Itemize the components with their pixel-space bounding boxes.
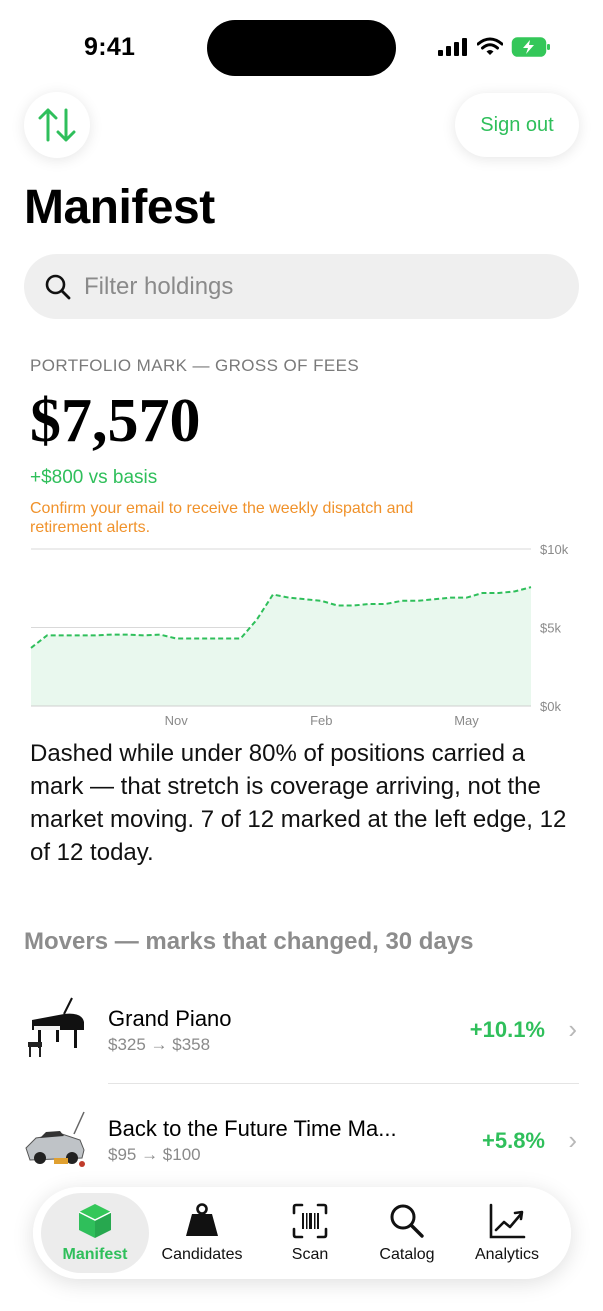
- dynamic-island: [207, 20, 396, 76]
- tab-scan[interactable]: Scan: [269, 1193, 351, 1273]
- tab-label: Scan: [291, 1246, 329, 1263]
- x-tick-label: May: [454, 713, 479, 728]
- search-input[interactable]: Filter holdings: [24, 254, 579, 319]
- tab-label: Catalog: [379, 1246, 435, 1263]
- piano-thumbnail: [28, 997, 84, 1057]
- swap-arrows-icon: [38, 108, 76, 142]
- page-title: Manifest: [24, 181, 215, 234]
- tab-catalog[interactable]: Catalog: [363, 1193, 451, 1273]
- item-price-range: $325 → $358: [108, 1035, 211, 1054]
- weight-icon: [186, 1203, 218, 1236]
- cellular-signal-icon: [438, 38, 467, 56]
- y-tick-label: $0k: [540, 699, 561, 714]
- status-icons: [437, 36, 551, 58]
- portfolio-delta: +$800 vs basis: [30, 467, 158, 488]
- tab-candidates[interactable]: Candidates: [153, 1193, 251, 1273]
- magnifier-icon: [390, 1204, 424, 1238]
- sort-toggle-button[interactable]: [24, 92, 90, 158]
- car-thumbnail: [25, 1111, 85, 1167]
- item-name: Grand Piano: [108, 1006, 232, 1031]
- chart-caption: Dashed while under 80% of positions carr…: [30, 740, 567, 866]
- barcode-scan-icon: [292, 1203, 328, 1239]
- chart-area-fill: [31, 587, 531, 706]
- search-placeholder: Filter holdings: [84, 272, 234, 300]
- portfolio-value: $7,570: [30, 387, 201, 455]
- trend-chart-icon: [489, 1203, 526, 1239]
- item-change: +10.1%: [469, 1017, 545, 1042]
- wifi-icon: [477, 37, 503, 55]
- tab-label: Analytics: [474, 1246, 540, 1263]
- email-confirm-notice[interactable]: Confirm your email to receive the weekly…: [30, 499, 480, 537]
- y-tick-label: $10k: [540, 542, 569, 557]
- tab-label: Candidates: [161, 1246, 243, 1263]
- status-time: 9:41: [84, 33, 136, 61]
- x-tick-label: Nov: [165, 713, 189, 728]
- movers-heading: Movers — marks that changed, 30 days: [24, 928, 474, 955]
- list-item-grand-piano[interactable]: Grand Piano $325 → $358 +10.1% ›: [0, 996, 603, 1106]
- item-name: Back to the Future Time Ma...: [108, 1116, 397, 1141]
- x-tick-label: Feb: [310, 713, 332, 728]
- sign-out-button[interactable]: Sign out: [455, 93, 579, 157]
- tab-manifest[interactable]: Manifest: [41, 1193, 149, 1273]
- item-price-range: $95 → $100: [108, 1145, 201, 1164]
- search-icon: [45, 274, 71, 299]
- chevron-right-icon: ›: [568, 1014, 577, 1044]
- box-icon: [78, 1204, 112, 1238]
- tab-label: Manifest: [62, 1246, 128, 1263]
- tab-analytics[interactable]: Analytics: [461, 1193, 553, 1273]
- portfolio-eyebrow: PORTFOLIO MARK — GROSS OF FEES: [30, 356, 360, 375]
- tab-bar: Manifest Candidates Scan Catalog Analyti…: [33, 1187, 571, 1279]
- battery-charging-icon: [511, 37, 550, 57]
- portfolio-chart: $10k $5k $0k Nov Feb May: [30, 542, 569, 728]
- row-divider: [108, 1083, 579, 1084]
- y-tick-label: $5k: [540, 621, 561, 636]
- chevron-right-icon: ›: [568, 1125, 577, 1155]
- item-change: +5.8%: [482, 1128, 545, 1153]
